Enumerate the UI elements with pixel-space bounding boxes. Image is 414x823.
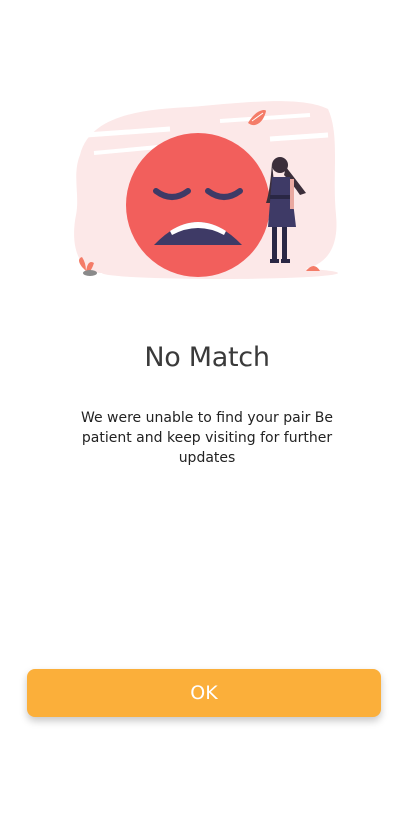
no-match-illustration xyxy=(70,95,342,295)
empty-state-message: We were unable to find your pair Be pati… xyxy=(80,410,334,466)
page-title: No Match xyxy=(144,342,270,373)
sad-face-icon xyxy=(74,101,338,279)
ok-button-label: OK xyxy=(190,682,218,704)
ok-button[interactable]: OK xyxy=(27,669,381,717)
